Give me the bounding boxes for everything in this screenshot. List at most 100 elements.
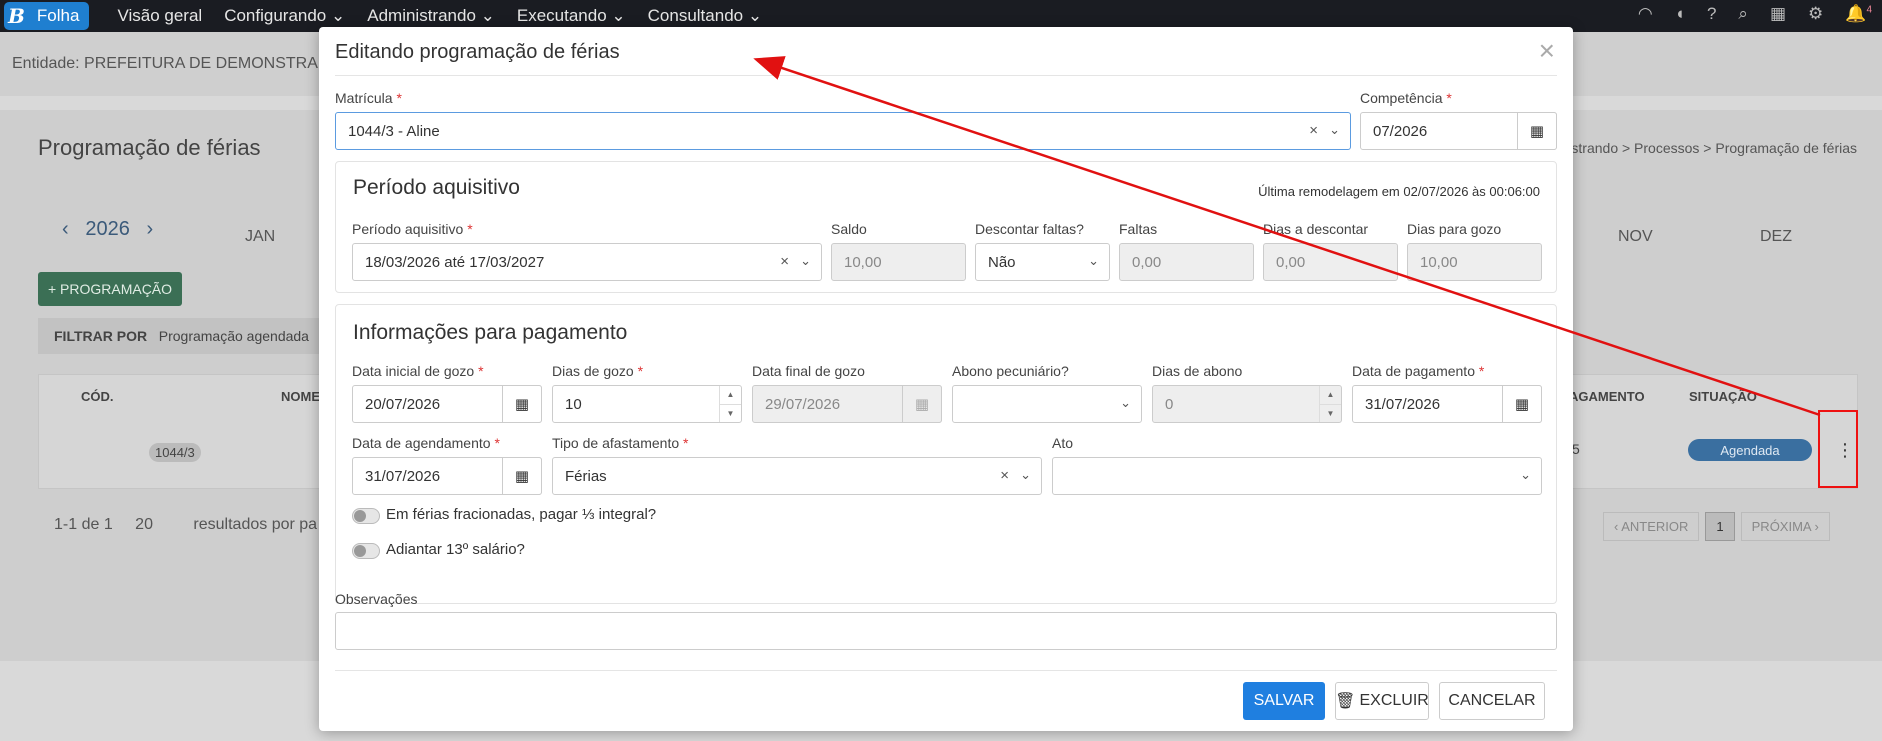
col-header-cod[interactable]: CÓD. [81,389,114,404]
page-1-button[interactable]: 1 [1705,512,1735,541]
trash-icon: 🗑 [1335,693,1356,710]
headset-icon[interactable]: ◖ [1675,4,1685,24]
calendar-icon[interactable]: ▦ [502,385,542,423]
tipo-afastamento-label: Tipo de afastamento * [552,435,689,451]
last-remodel-text: Última remodelagem em 02/07/2026 às 00:0… [1258,184,1540,199]
stepper-up-icon: ▲ [1320,386,1341,405]
descontar-value: Não [988,253,1016,271]
data-final-value: 29/07/2026 [765,395,841,413]
matricula-select[interactable]: 1044/3 - Aline × ⌄ [335,112,1351,150]
ato-select[interactable]: ⌄ [1052,457,1542,495]
data-agendamento-label: Data de agendamento * [352,435,500,451]
calendar-icon[interactable]: ▦ [1517,112,1557,150]
abono-label: Abono pecuniário? [952,363,1069,379]
dias-de-gozo-label: Dias de gozo * [552,363,644,379]
dias-gozo-label: Dias para gozo [1407,221,1502,237]
calendar-icon[interactable]: ▦ [502,457,542,495]
descontar-select[interactable]: Não ⌄ [975,243,1110,281]
calendar-icon: ▦ [902,385,942,423]
label-text: Competência [1360,90,1443,106]
nav-item-consultando[interactable]: Consultando ⌄ [648,6,762,26]
nav-item-label: Executando [516,6,607,25]
chevron-down-icon[interactable]: ⌄ [1329,122,1340,138]
month-jan[interactable]: JAN [245,228,275,246]
prev-page-button[interactable]: ‹ ANTERIOR [1603,512,1700,541]
tipo-afastamento-select[interactable]: Férias × ⌄ [552,457,1042,495]
wifi-icon[interactable]: ◠ [1638,4,1653,24]
brand-letter: B [8,4,25,28]
nav-item-visao-geral[interactable]: Visão geral [117,6,202,26]
add-programacao-button[interactable]: + PROGRAMAÇÃO [38,272,182,306]
close-icon[interactable]: × [1539,37,1555,65]
nav-item-administrando[interactable]: Administrando ⌄ [367,6,495,26]
data-inicial-value: 20/07/2026 [365,395,441,413]
page-size-select[interactable]: 20 [135,516,153,533]
label-text: Data inicial de gozo [352,363,475,379]
dias-gozo-field: 10,00 [1407,243,1542,281]
calendar-icon[interactable]: ▦ [1502,385,1542,423]
data-agendamento-input[interactable]: 31/07/2026 ▦ [352,457,542,495]
chevron-down-icon: ⌄ [1120,395,1131,410]
grid-icon[interactable]: ▦ [1770,4,1786,24]
periodo-select[interactable]: 18/03/2026 até 17/03/2027 × ⌄ [352,243,822,281]
pagination-controls: ‹ ANTERIOR 1 PRÓXIMA › [1603,512,1830,541]
filter-chip[interactable]: Programação agendada [159,328,309,344]
data-agendamento-value: 31/07/2026 [365,467,441,485]
next-page-button[interactable]: PRÓXIMA › [1740,512,1830,541]
dias-abono-input: 0 ▲ ▼ [1152,385,1342,423]
dias-abono-value: 0 [1165,395,1174,413]
bell-icon[interactable]: 🔔4 [1845,4,1872,24]
adiantar-13-toggle[interactable] [352,543,380,559]
year-value: 2026 [85,218,130,240]
data-inicial-input[interactable]: 20/07/2026 ▦ [352,385,542,423]
fracionadas-toggle-label: Em férias fracionadas, pagar ⅓ integral? [386,506,657,523]
nav-item-configurando[interactable]: Configurando ⌄ [224,6,345,26]
page-title: Programação de férias [38,135,261,160]
dias-descontar-label: Dias a descontar [1263,221,1369,237]
stepper-down-icon[interactable]: ▼ [720,405,741,423]
nav-item-executando[interactable]: Executando ⌄ [517,6,626,26]
number-stepper[interactable]: ▲ ▼ [719,386,741,422]
filter-label: FILTRAR POR [54,328,148,344]
annotation-highlight-box [1818,410,1858,488]
number-stepper: ▲ ▼ [1319,386,1341,422]
breadcrumb[interactable]: strando > Processos > Programação de fér… [1571,140,1857,156]
faltas-label: Faltas [1119,221,1158,237]
chevron-down-icon[interactable]: ⌄ [800,253,811,269]
periodo-value: 18/03/2026 até 17/03/2027 [365,253,545,271]
cancel-button[interactable]: CANCELAR [1439,682,1545,720]
delete-button[interactable]: 🗑 EXCLUIR [1335,682,1429,720]
search-icon[interactable]: ⌕ [1738,4,1748,24]
year-selector[interactable]: ‹ 2026 › [62,218,153,241]
clear-icon[interactable]: × [780,253,789,270]
competencia-input[interactable]: 07/2026 ▦ [1360,112,1557,150]
abono-select[interactable]: ⌄ [952,385,1142,423]
clear-icon[interactable]: × [1309,122,1318,139]
month-dez[interactable]: DEZ [1760,228,1792,246]
stepper-up-icon[interactable]: ▲ [720,386,741,405]
gear-icon[interactable]: ⚙ [1808,4,1823,24]
save-button[interactable]: SALVAR [1243,682,1325,720]
chevron-down-icon[interactable]: ⌄ [1020,467,1031,483]
help-icon[interactable]: ? [1707,4,1716,24]
periodo-section: Período aquisitivo Última remodelagem em… [335,161,1557,293]
matricula-label: Matrícula * [335,90,402,106]
brand-name: Folha [36,6,80,25]
data-final-label: Data final de gozo [752,363,865,379]
col-header-situacao[interactable]: SITUAÇÃO [1689,389,1757,404]
label-text: Data de agendamento [352,435,491,451]
observacoes-textarea[interactable] [335,612,1557,650]
col-header-pagamento[interactable]: AGAMENTO [1569,389,1645,404]
clear-icon[interactable]: × [1000,467,1009,484]
fracionadas-toggle[interactable] [352,508,380,524]
col-header-nome[interactable]: NOME [281,389,320,404]
pagamento-section: Informações para pagamento Data inicial … [335,304,1557,604]
entity-label: Entidade: PREFEITURA DE DEMONSTRA [12,55,318,72]
dias-de-gozo-input[interactable]: 10 ▲ ▼ [552,385,742,423]
label-text: Data de pagamento [1352,363,1475,379]
data-pagamento-input[interactable]: 31/07/2026 ▦ [1352,385,1542,423]
brand-logo[interactable]: B Folha [4,2,90,30]
month-nov[interactable]: NOV [1618,228,1653,246]
competencia-label: Competência * [1360,90,1452,106]
delete-label: EXCLUIR [1359,692,1429,709]
